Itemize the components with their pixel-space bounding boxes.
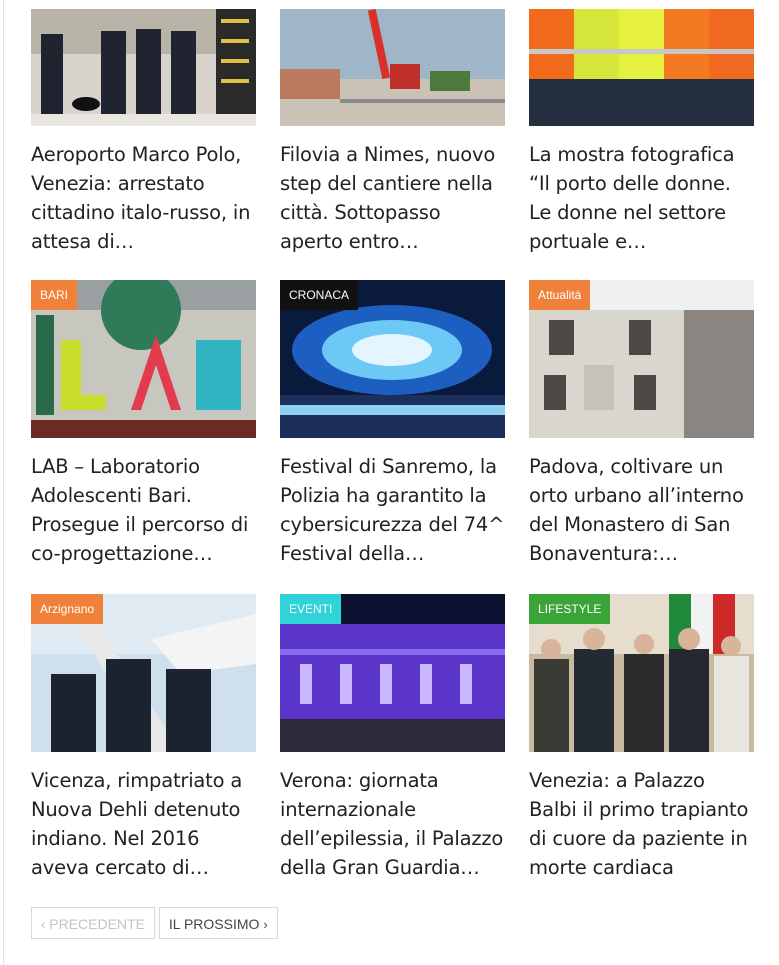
article-title[interactable]: Verona: giornata internazionale dell’epi… bbox=[280, 766, 505, 882]
article-title[interactable]: LAB – Laboratorio Adolescenti Bari. Pros… bbox=[31, 452, 256, 568]
article-card[interactable]: LIFESTYLE Venezia: a Palazzo Balbi il pr… bbox=[529, 594, 754, 882]
article-thumbnail[interactable] bbox=[31, 9, 256, 126]
previous-page-label: PRECEDENTE bbox=[49, 916, 145, 932]
chevron-right-icon: › bbox=[263, 917, 268, 932]
category-badge[interactable]: Attualità bbox=[529, 280, 591, 310]
article-card[interactable]: CRONACA Festival di Sanremo, la Polizia … bbox=[280, 280, 505, 568]
article-title[interactable]: Filovia a Nimes, nuovo step del cantiere… bbox=[280, 140, 505, 256]
article-card[interactable]: Aeroporto Marco Polo, Venezia: arrestato… bbox=[31, 9, 256, 256]
next-page-button[interactable]: IL PROSSIMO › bbox=[158, 907, 278, 939]
article-card[interactable]: Arzignano Vicenza, rimpatriato a Nuova D… bbox=[31, 594, 256, 882]
category-badge[interactable]: LIFESTYLE bbox=[529, 594, 611, 624]
article-title[interactable]: Vicenza, rimpatriato a Nuova Dehli deten… bbox=[31, 766, 256, 882]
next-page-label: IL PROSSIMO bbox=[168, 916, 260, 932]
article-card[interactable]: La mostra fotografica “Il porto delle do… bbox=[529, 9, 754, 256]
article-title[interactable]: Padova, coltivare un orto urbano all’int… bbox=[529, 452, 754, 568]
category-badge[interactable]: BARI bbox=[31, 280, 78, 310]
article-thumbnail[interactable] bbox=[529, 9, 754, 126]
article-title[interactable]: Venezia: a Palazzo Balbi il primo trapia… bbox=[529, 766, 754, 882]
article-thumbnail[interactable]: Arzignano bbox=[31, 594, 256, 752]
article-card[interactable]: EVENTI Verona: giornata internazionale d… bbox=[280, 594, 505, 882]
article-thumbnail[interactable]: CRONACA bbox=[280, 280, 505, 438]
chevron-left-icon: ‹ bbox=[41, 917, 46, 932]
article-title[interactable]: Aeroporto Marco Polo, Venezia: arrestato… bbox=[31, 140, 256, 256]
article-thumbnail[interactable]: Attualità bbox=[529, 280, 754, 438]
article-title[interactable]: La mostra fotografica “Il porto delle do… bbox=[529, 140, 754, 256]
pagination: ‹ PRECEDENTE IL PROSSIMO › bbox=[31, 907, 278, 939]
article-thumbnail[interactable]: BARI bbox=[31, 280, 256, 438]
category-badge[interactable]: EVENTI bbox=[280, 594, 342, 624]
category-badge[interactable]: Arzignano bbox=[31, 594, 104, 624]
sidebar-divider bbox=[3, 0, 4, 965]
previous-page-button[interactable]: ‹ PRECEDENTE bbox=[31, 907, 155, 939]
article-thumbnail[interactable] bbox=[280, 9, 505, 126]
article-card[interactable]: Filovia a Nimes, nuovo step del cantiere… bbox=[280, 9, 505, 256]
article-card[interactable]: Attualità Padova, coltivare un orto urba… bbox=[529, 280, 754, 568]
category-badge[interactable]: CRONACA bbox=[280, 280, 359, 310]
article-card[interactable]: BARI LAB – Laboratorio Adolescenti Bari.… bbox=[31, 280, 256, 568]
article-thumbnail[interactable]: LIFESTYLE bbox=[529, 594, 754, 752]
article-title[interactable]: Festival di Sanremo, la Polizia ha garan… bbox=[280, 452, 505, 568]
article-thumbnail[interactable]: EVENTI bbox=[280, 594, 505, 752]
